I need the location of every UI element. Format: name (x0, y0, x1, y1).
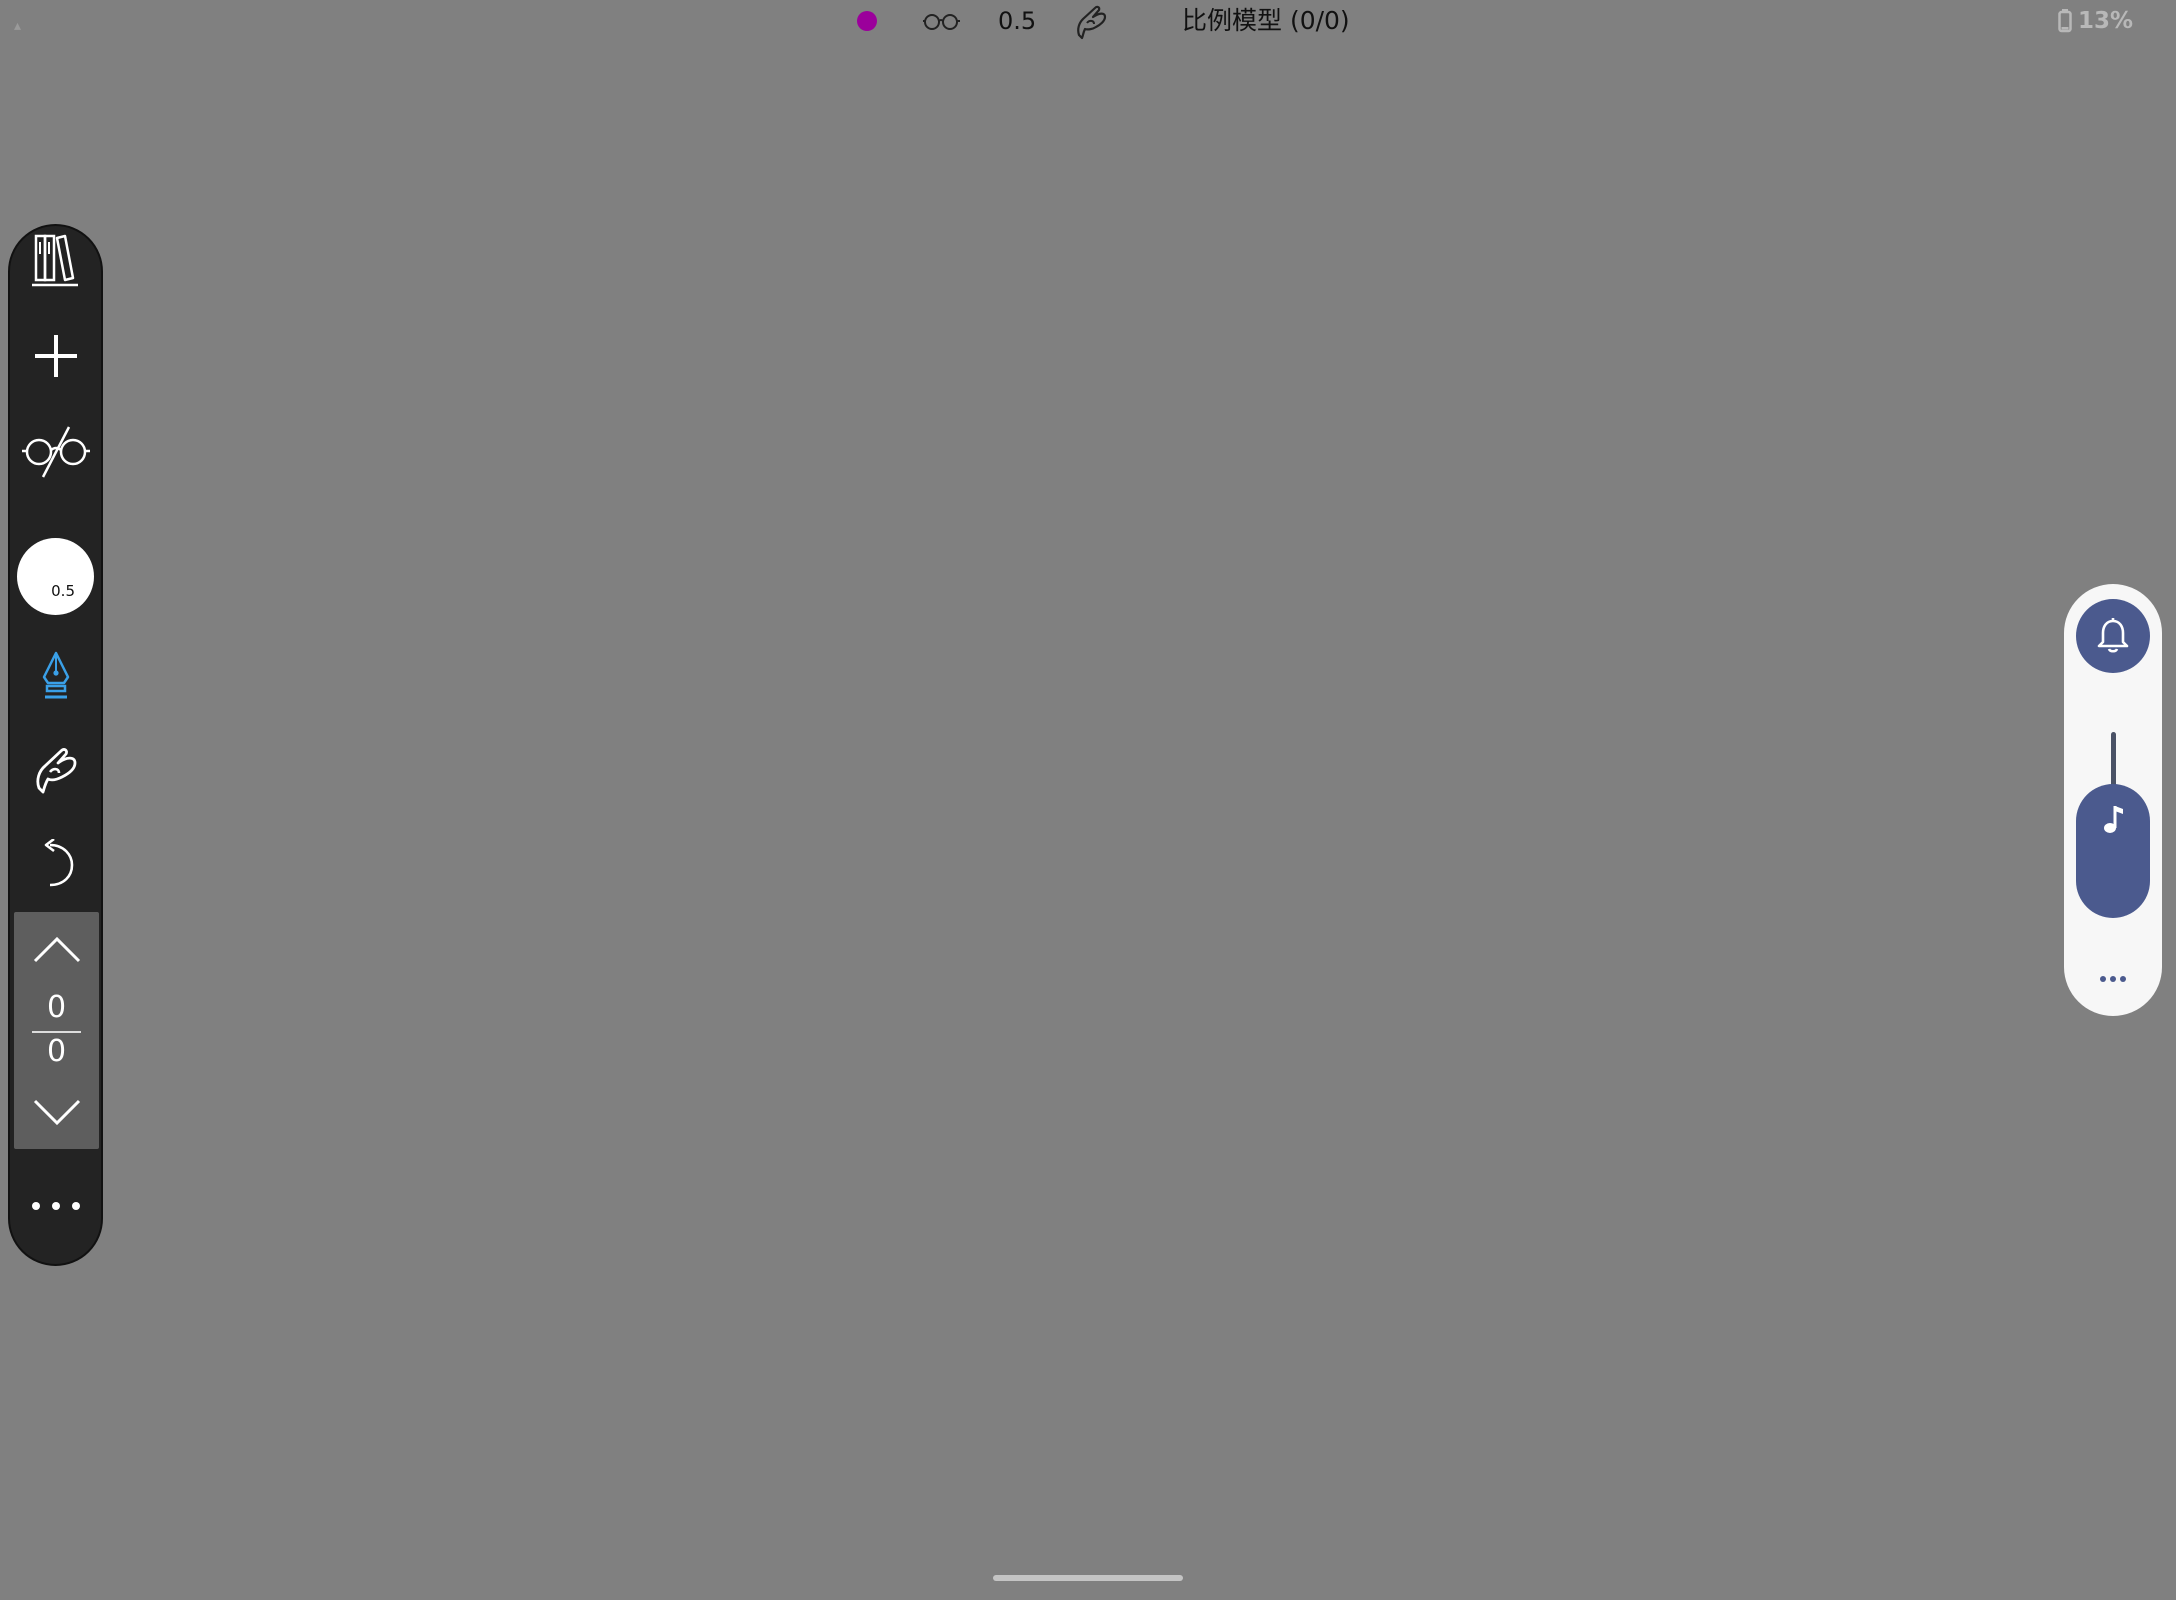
battery-indicator: 13% (2058, 8, 2133, 34)
undo-button[interactable] (10, 824, 101, 904)
page-down-button[interactable] (14, 1084, 99, 1140)
brush-size-value: 0.5 (998, 7, 1037, 35)
chevron-up-icon (33, 936, 80, 963)
notification-button[interactable] (2076, 599, 2150, 673)
chevron-down-icon (33, 1099, 80, 1126)
more-dots-icon[interactable] (10, 1186, 101, 1226)
left-toolbar: 0.5 0 0 (8, 224, 103, 1266)
view-mode-button[interactable] (10, 412, 101, 492)
pen-nib-icon (42, 651, 69, 699)
undo-icon (44, 839, 73, 887)
bell-icon (2097, 618, 2129, 653)
corner-indicator: ▴ (14, 18, 22, 34)
brush-size-label: 0.5 (51, 582, 75, 600)
page-divider (32, 1031, 81, 1033)
battery-percent: 13% (2078, 8, 2134, 34)
page-up-button[interactable] (14, 922, 99, 978)
drawing-canvas[interactable]: ▴ 0.5 比例模型 (0/0) 13% 0.5 0 0 (0, 0, 2176, 1600)
books-icon (31, 234, 78, 287)
total-pages: 0 (46, 1034, 67, 1069)
battery-icon (2058, 9, 2072, 33)
volume-panel (2064, 584, 2162, 1016)
volume-slider[interactable] (2076, 784, 2150, 918)
add-button[interactable] (10, 316, 101, 396)
page-navigator: 0 0 (14, 912, 99, 1149)
top-status-bar: ▴ 0.5 比例模型 (0/0) 13% (0, 0, 2176, 48)
home-indicator[interactable] (993, 1575, 1183, 1581)
brush-size-button[interactable]: 0.5 (17, 538, 94, 615)
current-page: 0 (46, 990, 67, 1025)
library-button[interactable] (10, 220, 101, 300)
document-title: 比例模型 (0/0) (1182, 6, 1350, 35)
hand-tool-button[interactable] (10, 730, 101, 810)
pen-tool-button[interactable] (10, 636, 101, 716)
glasses-slashed-icon (21, 426, 90, 478)
hand-pinch-icon[interactable] (1073, 3, 1111, 41)
music-note-icon (2104, 806, 2123, 833)
current-color-indicator[interactable] (857, 11, 877, 31)
plus-icon (34, 335, 77, 377)
more-dots-icon[interactable] (2064, 964, 2162, 994)
hand-pinch-icon (35, 748, 76, 794)
glasses-icon[interactable] (922, 8, 962, 34)
